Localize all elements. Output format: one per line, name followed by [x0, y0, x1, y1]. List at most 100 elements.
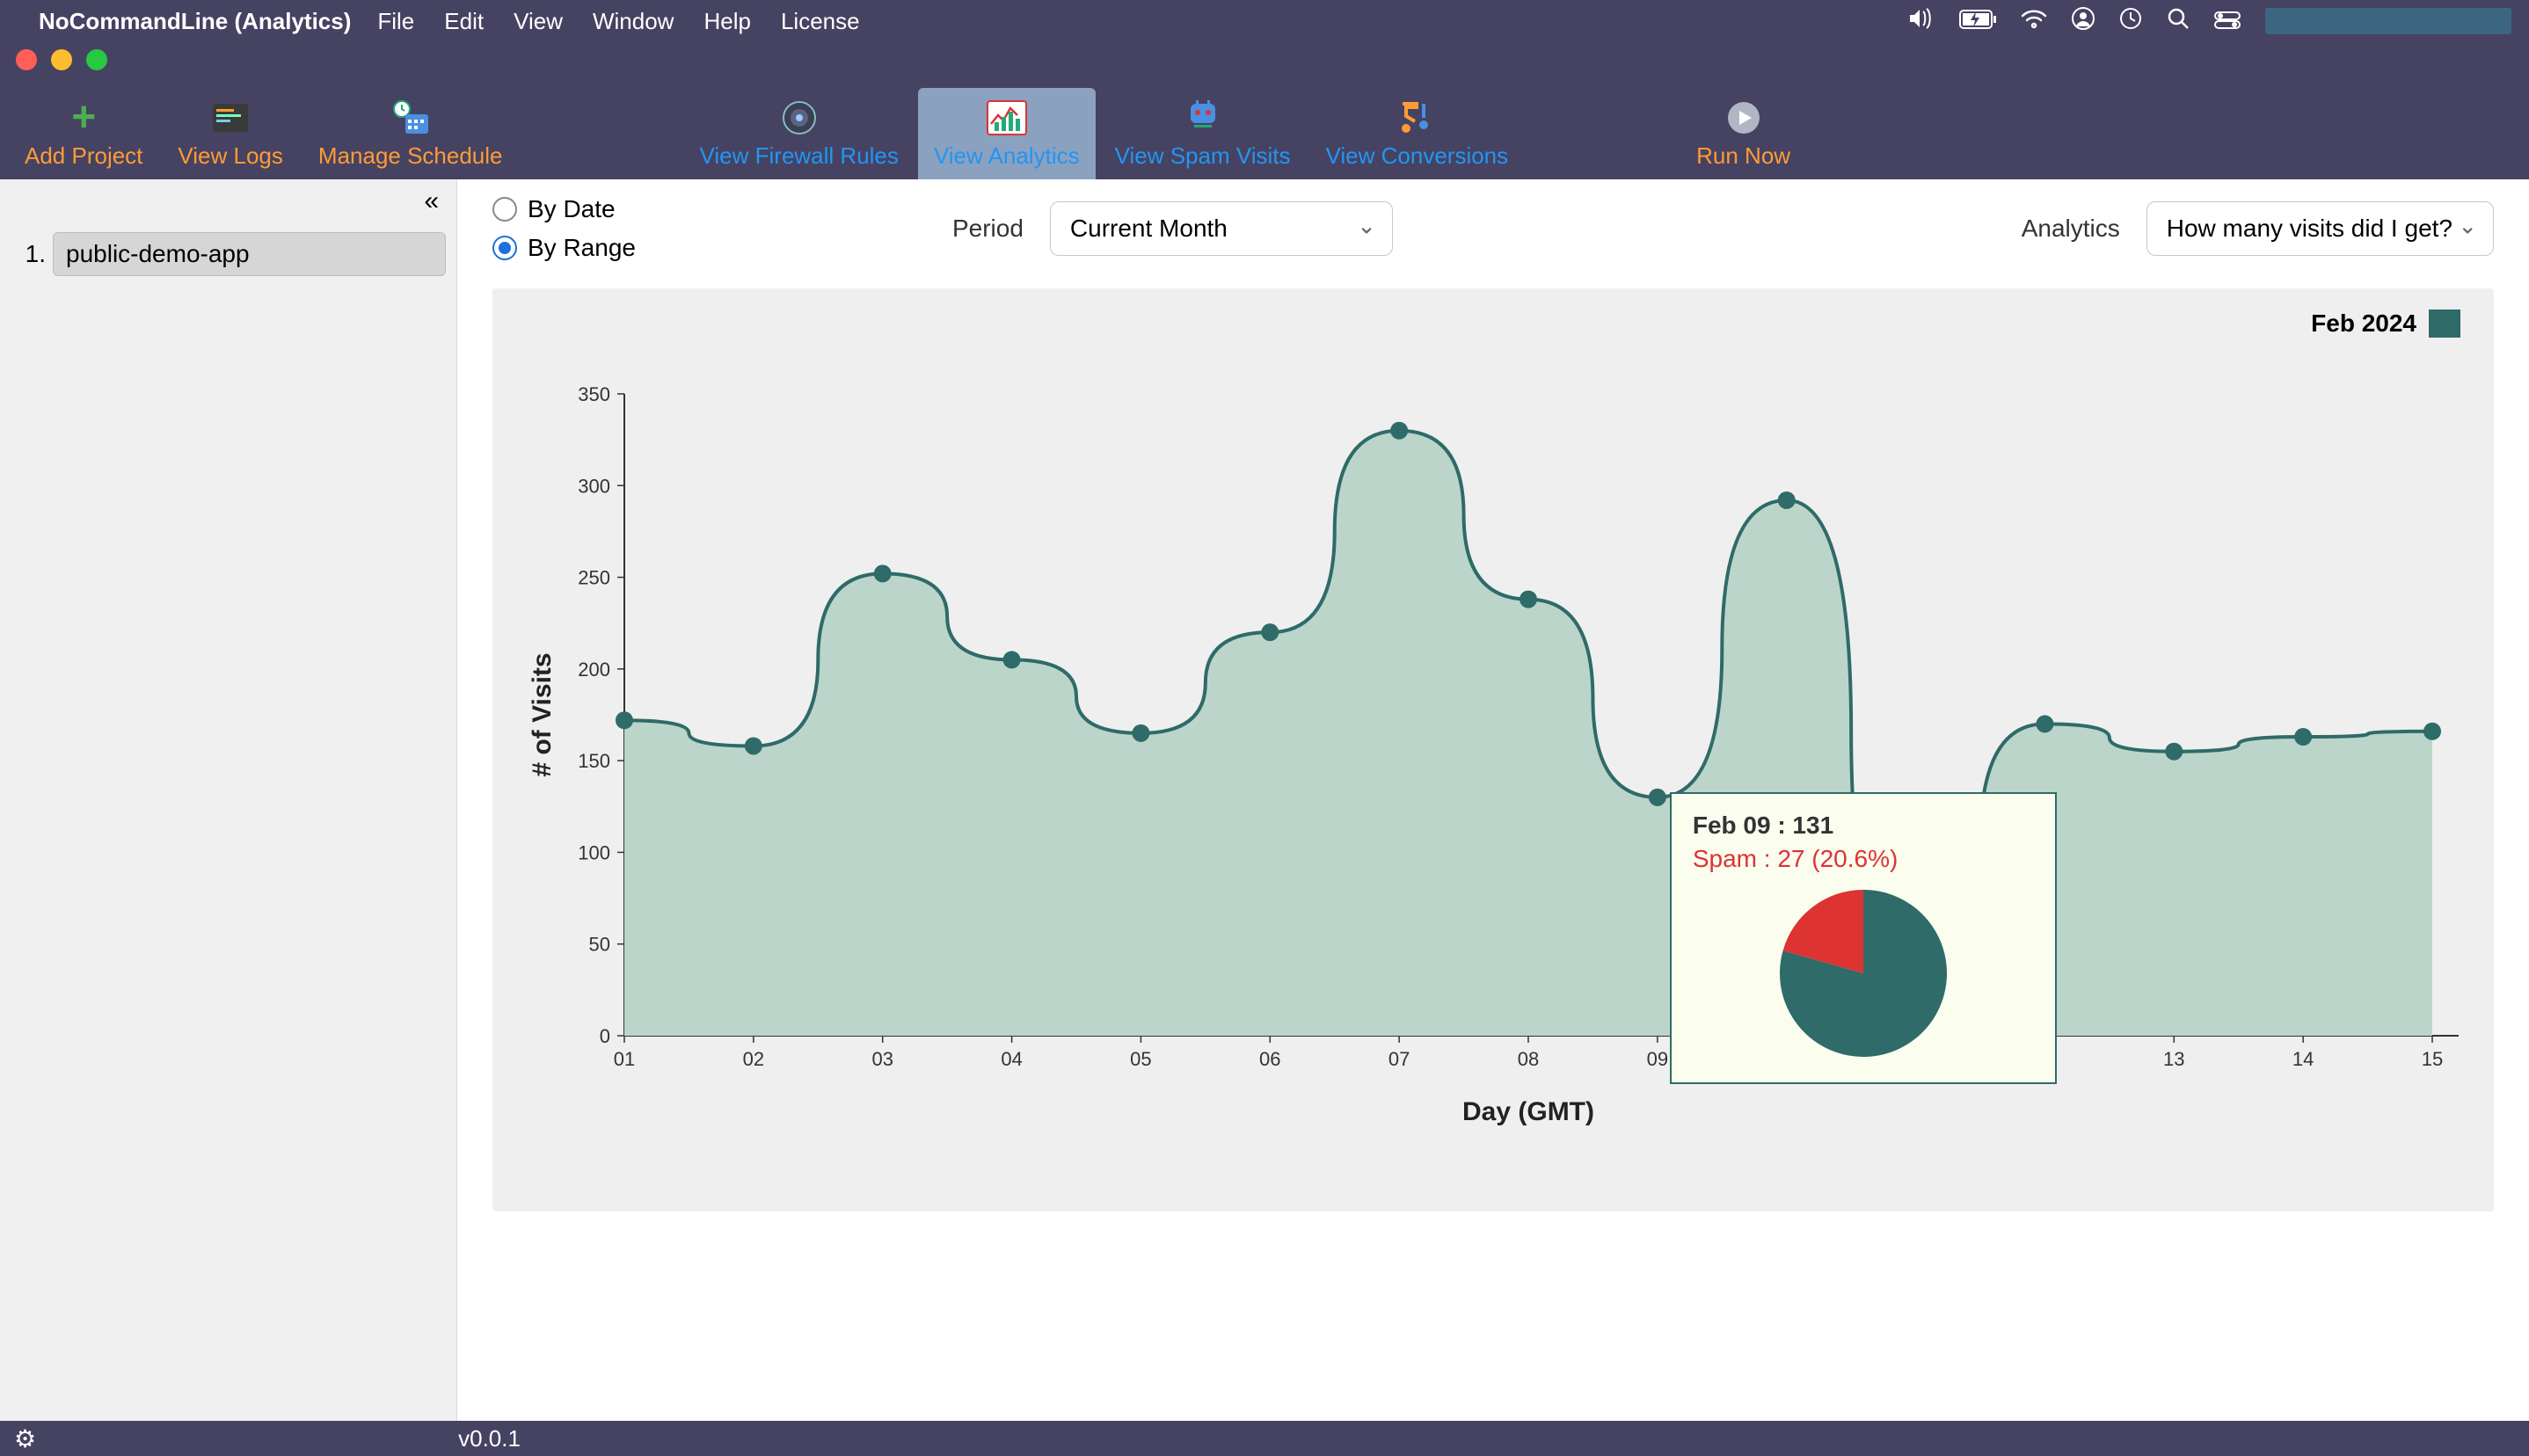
tooltip-spam: Spam : 27 (20.6%)	[1693, 845, 2034, 873]
controls-row: By Date By Range Period Current Month An…	[492, 195, 2494, 262]
volume-icon[interactable]	[1908, 7, 1935, 35]
firewall-icon	[780, 93, 819, 142]
spotlight-icon[interactable]	[2167, 7, 2190, 36]
main-content: By Date By Range Period Current Month An…	[457, 179, 2529, 1421]
project-name: public-demo-app	[53, 232, 446, 276]
view-conversions-button[interactable]: View Conversions	[1310, 88, 1525, 179]
timemachine-icon[interactable]	[2119, 7, 2142, 36]
svg-text:04: 04	[1001, 1048, 1022, 1070]
settings-gear-icon[interactable]: ⚙	[14, 1424, 36, 1453]
svg-text:14: 14	[2292, 1048, 2314, 1070]
window-traffic-lights	[0, 42, 2529, 77]
svg-text:06: 06	[1259, 1048, 1280, 1070]
svg-text:50: 50	[589, 934, 610, 956]
svg-text:250: 250	[578, 567, 610, 589]
view-logs-button[interactable]: View Logs	[162, 88, 299, 179]
svg-text:13: 13	[2163, 1048, 2184, 1070]
svg-text:05: 05	[1130, 1048, 1151, 1070]
analytics-label: Analytics	[2022, 215, 2120, 243]
project-list: 1. public-demo-app	[11, 232, 446, 276]
svg-text:300: 300	[578, 475, 610, 497]
analytics-select[interactable]: How many visits did I get?	[2146, 201, 2494, 256]
svg-text:08: 08	[1518, 1048, 1539, 1070]
view-analytics-label: View Analytics	[934, 142, 1080, 170]
radio-icon	[492, 236, 517, 260]
play-icon	[1726, 93, 1761, 142]
control-center-icon[interactable]	[2214, 7, 2241, 35]
menu-file[interactable]: File	[377, 8, 414, 35]
conversions-icon	[1397, 93, 1436, 142]
add-project-label: Add Project	[25, 142, 142, 170]
spam-icon	[1184, 93, 1222, 142]
status-bar: ⚙ v0.0.1	[0, 1421, 2529, 1456]
visits-chart[interactable]: 0 50 100 150 200 250 300 350 01 02 03 04 05 06 07 08 09 1…	[519, 315, 2467, 1141]
window-close-button[interactable]	[16, 49, 37, 70]
menubar-status-icons	[1908, 7, 2511, 36]
period-label: Period	[952, 215, 1024, 243]
manage-schedule-label: Manage Schedule	[318, 142, 503, 170]
svg-text:0: 0	[600, 1025, 610, 1047]
svg-text:09: 09	[1647, 1048, 1668, 1070]
period-select[interactable]: Current Month	[1050, 201, 1393, 256]
menu-help[interactable]: Help	[703, 8, 750, 35]
macos-menubar: NoCommandLine (Analytics) File Edit View…	[0, 0, 2529, 42]
app-title: NoCommandLine (Analytics)	[39, 8, 351, 35]
menu-view[interactable]: View	[514, 8, 563, 35]
user-icon[interactable]	[2072, 7, 2095, 36]
analytics-value: How many visits did I get?	[2167, 215, 2452, 242]
radio-by-range-label: By Range	[528, 234, 636, 262]
period-value: Current Month	[1070, 215, 1228, 242]
menu-license[interactable]: License	[781, 8, 860, 35]
tooltip-title: Feb 09 : 131	[1693, 812, 2034, 840]
svg-text:15: 15	[2422, 1048, 2443, 1070]
menu-edit[interactable]: Edit	[444, 8, 484, 35]
wifi-icon[interactable]	[2021, 7, 2047, 35]
svg-text:03: 03	[871, 1048, 893, 1070]
sidebar-collapse-icon[interactable]: «	[424, 186, 439, 216]
project-number: 1.	[11, 240, 46, 268]
add-project-button[interactable]: + Add Project	[9, 88, 158, 179]
view-analytics-button[interactable]: View Analytics	[918, 88, 1096, 179]
svg-text:Day (GMT): Day (GMT)	[1462, 1097, 1594, 1126]
radio-by-date-label: By Date	[528, 195, 616, 223]
app-toolbar: + Add Project View Logs Manage Schedule …	[0, 77, 2529, 179]
sidebar: « 1. public-demo-app	[0, 179, 457, 1421]
radio-icon	[492, 197, 517, 222]
run-now-button[interactable]: Run Now	[1680, 88, 1806, 179]
svg-text:02: 02	[743, 1048, 764, 1070]
svg-text:# of Visits: # of Visits	[528, 652, 557, 776]
chart-tooltip: Feb 09 : 131 Spam : 27 (20.6%)	[1670, 792, 2057, 1084]
view-spam-label: View Spam Visits	[1115, 142, 1291, 170]
view-spam-button[interactable]: View Spam Visits	[1099, 88, 1307, 179]
view-firewall-button[interactable]: View Firewall Rules	[684, 88, 915, 179]
radio-by-date[interactable]: By Date	[492, 195, 636, 223]
run-now-label: Run Now	[1696, 142, 1790, 170]
window-maximize-button[interactable]	[86, 49, 107, 70]
svg-text:350: 350	[578, 383, 610, 405]
analytics-icon	[986, 93, 1028, 142]
battery-icon[interactable]	[1959, 7, 1996, 35]
legend-swatch	[2429, 309, 2460, 338]
svg-text:150: 150	[578, 750, 610, 772]
chart-card: Feb 2024 0 50 100 150 200 250 300 350 01 02 03 04 05…	[492, 288, 2494, 1212]
svg-text:07: 07	[1388, 1048, 1410, 1070]
svg-text:200: 200	[578, 659, 610, 681]
view-firewall-label: View Firewall Rules	[700, 142, 899, 170]
plus-icon: +	[71, 97, 96, 139]
manage-schedule-button[interactable]: Manage Schedule	[302, 88, 519, 179]
logs-icon	[211, 93, 250, 142]
chart-legend: Feb 2024	[2311, 309, 2460, 338]
svg-text:100: 100	[578, 841, 610, 863]
schedule-icon	[391, 93, 430, 142]
range-radio-group: By Date By Range	[492, 195, 636, 262]
view-logs-label: View Logs	[178, 142, 283, 170]
window-minimize-button[interactable]	[51, 49, 72, 70]
menu-window[interactable]: Window	[593, 8, 674, 35]
svg-text:01: 01	[614, 1048, 635, 1070]
menubar-blank-area	[2265, 8, 2511, 34]
tooltip-pie	[1775, 885, 1951, 1061]
project-item[interactable]: 1. public-demo-app	[11, 232, 446, 276]
view-conversions-label: View Conversions	[1326, 142, 1509, 170]
version-label: v0.0.1	[458, 1425, 521, 1452]
radio-by-range[interactable]: By Range	[492, 234, 636, 262]
